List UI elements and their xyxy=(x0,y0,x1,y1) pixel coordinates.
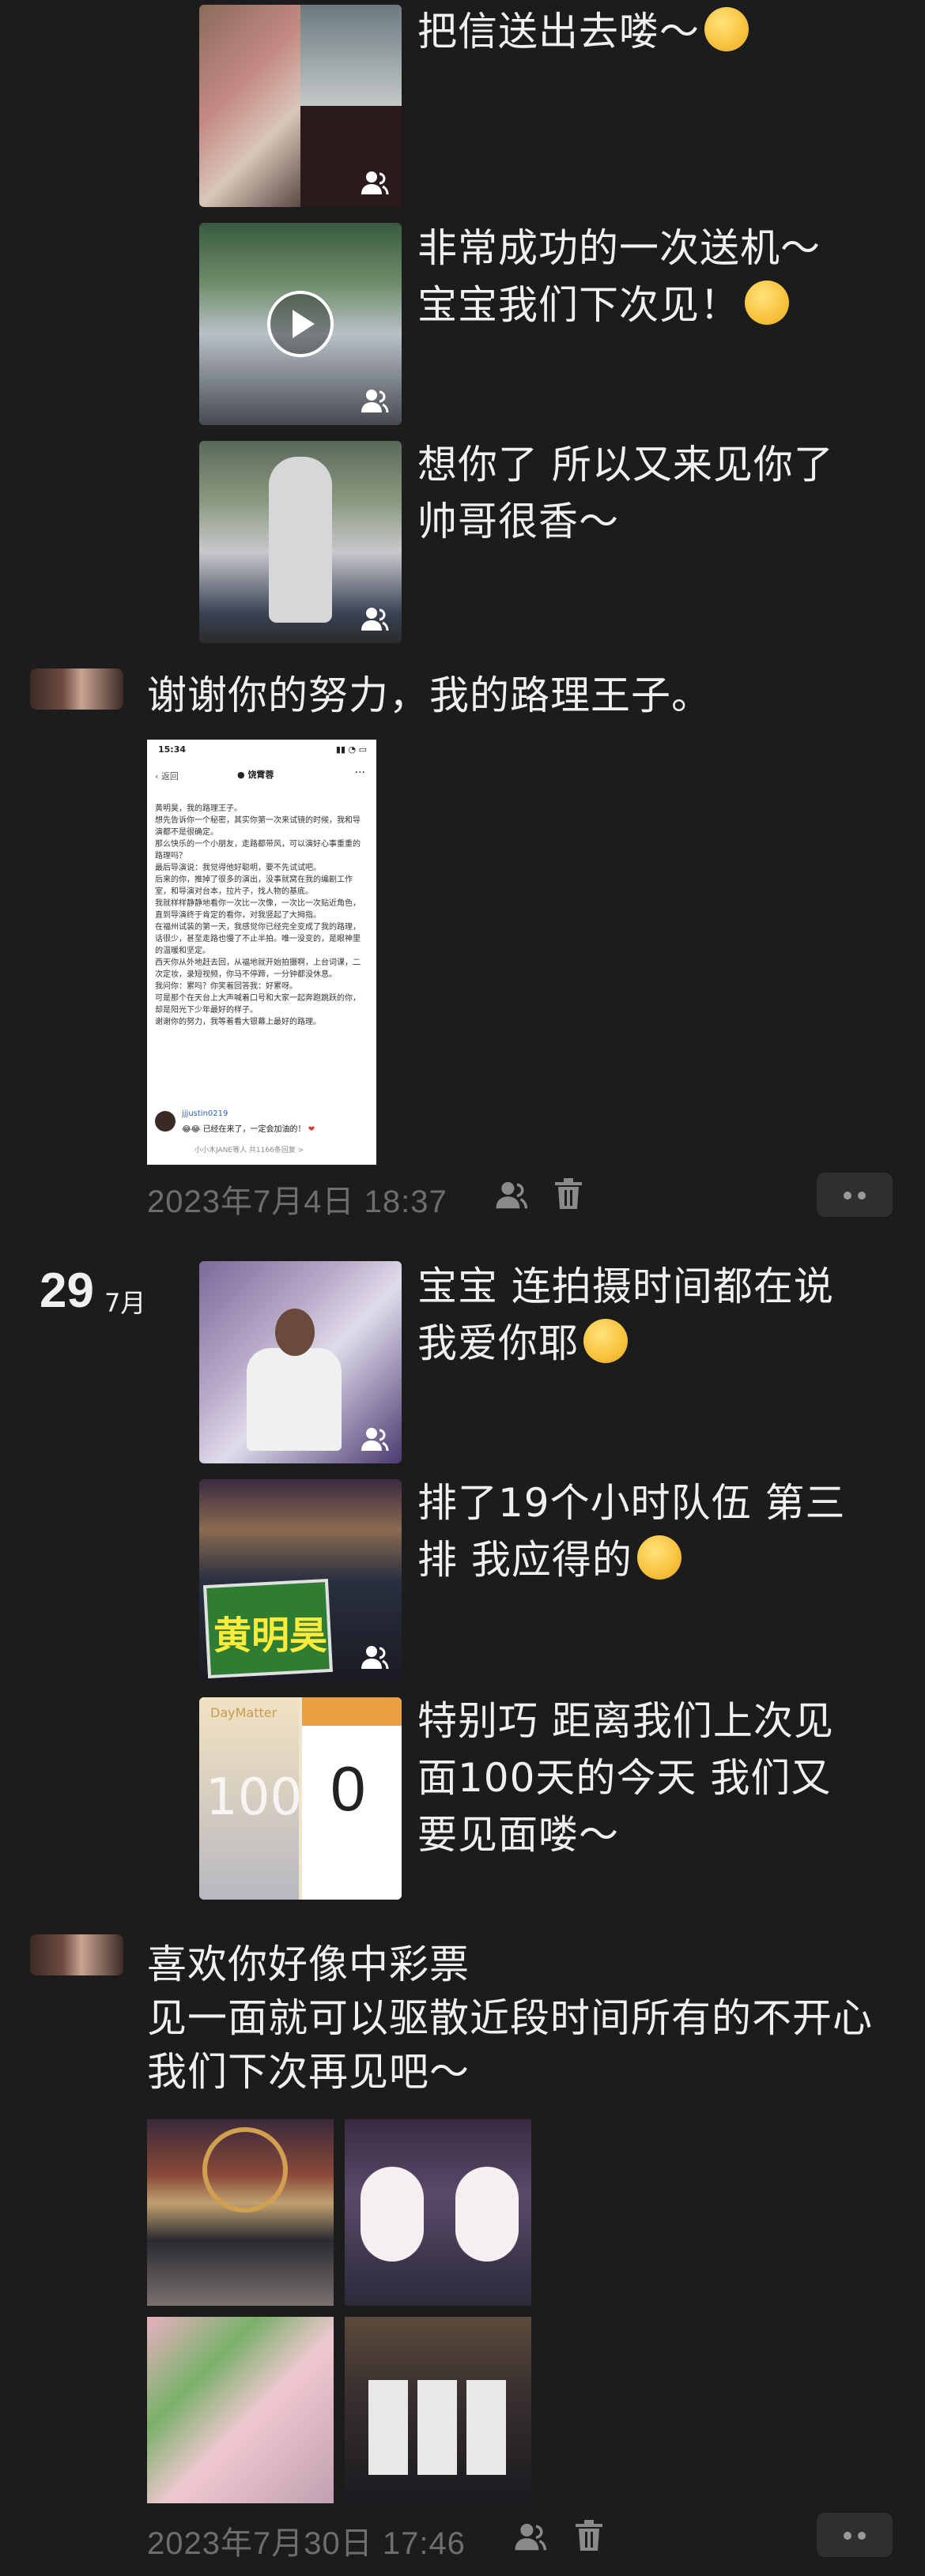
post-caption: 排了19个小时队伍 第三 排 我应得的 xyxy=(417,1480,846,1583)
daymatter-title: DayMatter xyxy=(210,1705,278,1720)
comment-footer: 小小木JANE等人 共1166条回复 > xyxy=(194,1147,304,1154)
screenshot-paragraph: 我就样样静静地看你一次比一次像，一次比一次贴近角色，直到导演终于肯定的看你，对我… xyxy=(155,899,361,920)
photo-thumbnail[interactable] xyxy=(199,1261,402,1463)
author-name: ● 饶霄蓉 xyxy=(237,770,274,780)
photo-thumbnail[interactable]: 黄明昊 xyxy=(199,1479,402,1682)
friends-visibility-icon xyxy=(361,1428,389,1452)
tongue-face-emoji xyxy=(704,7,749,51)
play-icon[interactable] xyxy=(266,289,335,359)
screenshot-paragraph: 可是那个在天台上大声喊着口号和大家一起奔跑跳跃的你，却是阳光下少年最好的样子。 xyxy=(155,994,361,1015)
timestamp: 2023年7月4日 18:37 xyxy=(147,1184,447,1219)
kiss-face-emoji xyxy=(583,1319,628,1363)
more-options-button[interactable] xyxy=(817,1173,893,1217)
photo-grid-item[interactable] xyxy=(345,2119,531,2306)
status-time: 15:34 xyxy=(158,744,187,755)
delete-icon[interactable] xyxy=(553,1177,583,1211)
post-caption: 把信送出去喽～ xyxy=(417,3,749,60)
commenter-name: jjjustin0219 xyxy=(182,1109,228,1118)
friends-visibility-icon xyxy=(361,608,389,631)
comment: 😂😂 已经在来了，一定会加油的！ ❤ xyxy=(182,1125,315,1134)
photo-grid-item[interactable] xyxy=(147,2317,334,2503)
daymatter-countup: 100 xyxy=(206,1768,303,1827)
post-caption: 特别巧 距离我们上次见 面100天的今天 我们又 要见面喽～ xyxy=(417,1698,834,1858)
photo-thumbnail[interactable] xyxy=(199,5,402,207)
video-thumbnail[interactable] xyxy=(199,223,402,425)
timestamp: 2023年7月30日 17:46 xyxy=(147,2526,466,2561)
delete-icon[interactable] xyxy=(574,2519,604,2552)
photo-thumbnail[interactable] xyxy=(199,441,402,643)
screenshot-paragraph: 最后导演说：我觉得他好聪明，要不先试试吧。 xyxy=(155,864,321,872)
screenshot-paragraph: 后来的你，推掉了很多的演出，没事就窝在我的编剧工作室，和导演对台本，拉片子，找人… xyxy=(155,876,353,896)
friends-visibility-icon xyxy=(361,390,389,413)
friends-visibility-icon xyxy=(361,171,389,195)
kiss-face-emoji xyxy=(745,281,789,325)
screenshot-paragraph: 在福州试装的第一天，我感觉你已经完全变成了我的路理，话很少，甚至走路也慢了不止半… xyxy=(155,923,361,955)
commenter-avatar xyxy=(155,1111,176,1132)
moment-text: 喜欢你好像中彩票 见一面就可以驱散近段时间所有的不开心 我们下次再见吧～ xyxy=(147,1941,873,2095)
more-icon: ··· xyxy=(354,766,365,779)
screenshot-paragraph: 西天你从外地赶去回，从福地就开始拍摄啊，上台词课，二次定妆，录短视频，你马不停蹄… xyxy=(155,958,361,979)
screenshot-paragraph: 谢谢你的努力，我等着看大银幕上最好的路理。 xyxy=(155,1018,321,1026)
date-month: 7月 xyxy=(104,1288,146,1318)
shared-screenshot[interactable]: 15:34 ▮▮ ◔ ▭ ‹ 返回 ● 饶霄蓉 ··· 黄明昊，我的路理王子。想… xyxy=(147,740,376,1165)
photo-grid-item[interactable] xyxy=(147,2119,334,2306)
friends-visibility-icon[interactable] xyxy=(512,2521,549,2552)
screenshot-body: 黄明昊，我的路理王子。想先告诉你一个秘密，其实你第一次来试镜的时候，我和导演都不… xyxy=(155,803,365,1028)
friends-visibility-icon xyxy=(361,1646,389,1670)
more-options-button[interactable] xyxy=(817,2513,893,2557)
date-day: 29 xyxy=(40,1264,94,1318)
banner-text: 黄明昊 xyxy=(213,1614,328,1658)
status-icons: ▮▮ ◔ ▭ xyxy=(335,744,367,755)
avatar[interactable] xyxy=(30,1934,123,1975)
daymatter-counter: 0 xyxy=(330,1753,366,1824)
screenshot-paragraph: 黄明昊，我的路理王子。 xyxy=(155,804,242,813)
smirk-face-emoji xyxy=(636,1535,681,1580)
post-caption: 非常成功的一次送机～ 宝宝我们下次见！ xyxy=(417,225,821,328)
back-link: ‹ 返回 xyxy=(155,771,179,781)
post-caption: 想你了 所以又来见你了 帅哥很香～ xyxy=(417,442,834,544)
friends-visibility-icon xyxy=(361,1864,389,1888)
post-caption: 宝宝 连拍摄时间都在说 我爱你耶 xyxy=(417,1264,834,1366)
photo-grid-item[interactable] xyxy=(345,2317,531,2503)
screenshot-paragraph: 想先告诉你一个秘密，其实你第一次来试镜的时候，我和导演都不是很确定。 xyxy=(155,816,361,837)
friends-visibility-icon[interactable] xyxy=(493,1179,530,1211)
avatar[interactable] xyxy=(30,668,123,710)
screenshot-paragraph: 我问你：累吗？你笑着回答我：好累呀。 xyxy=(155,982,297,991)
moment-text: 谢谢你的努力，我的路理王子。 xyxy=(147,672,712,718)
photo-thumbnail[interactable]: DayMatter 100 0 xyxy=(199,1697,402,1900)
screenshot-paragraph: 那么快乐的一个小朋友，走路都带风，可以演好心事重重的路理吗？ xyxy=(155,840,361,861)
